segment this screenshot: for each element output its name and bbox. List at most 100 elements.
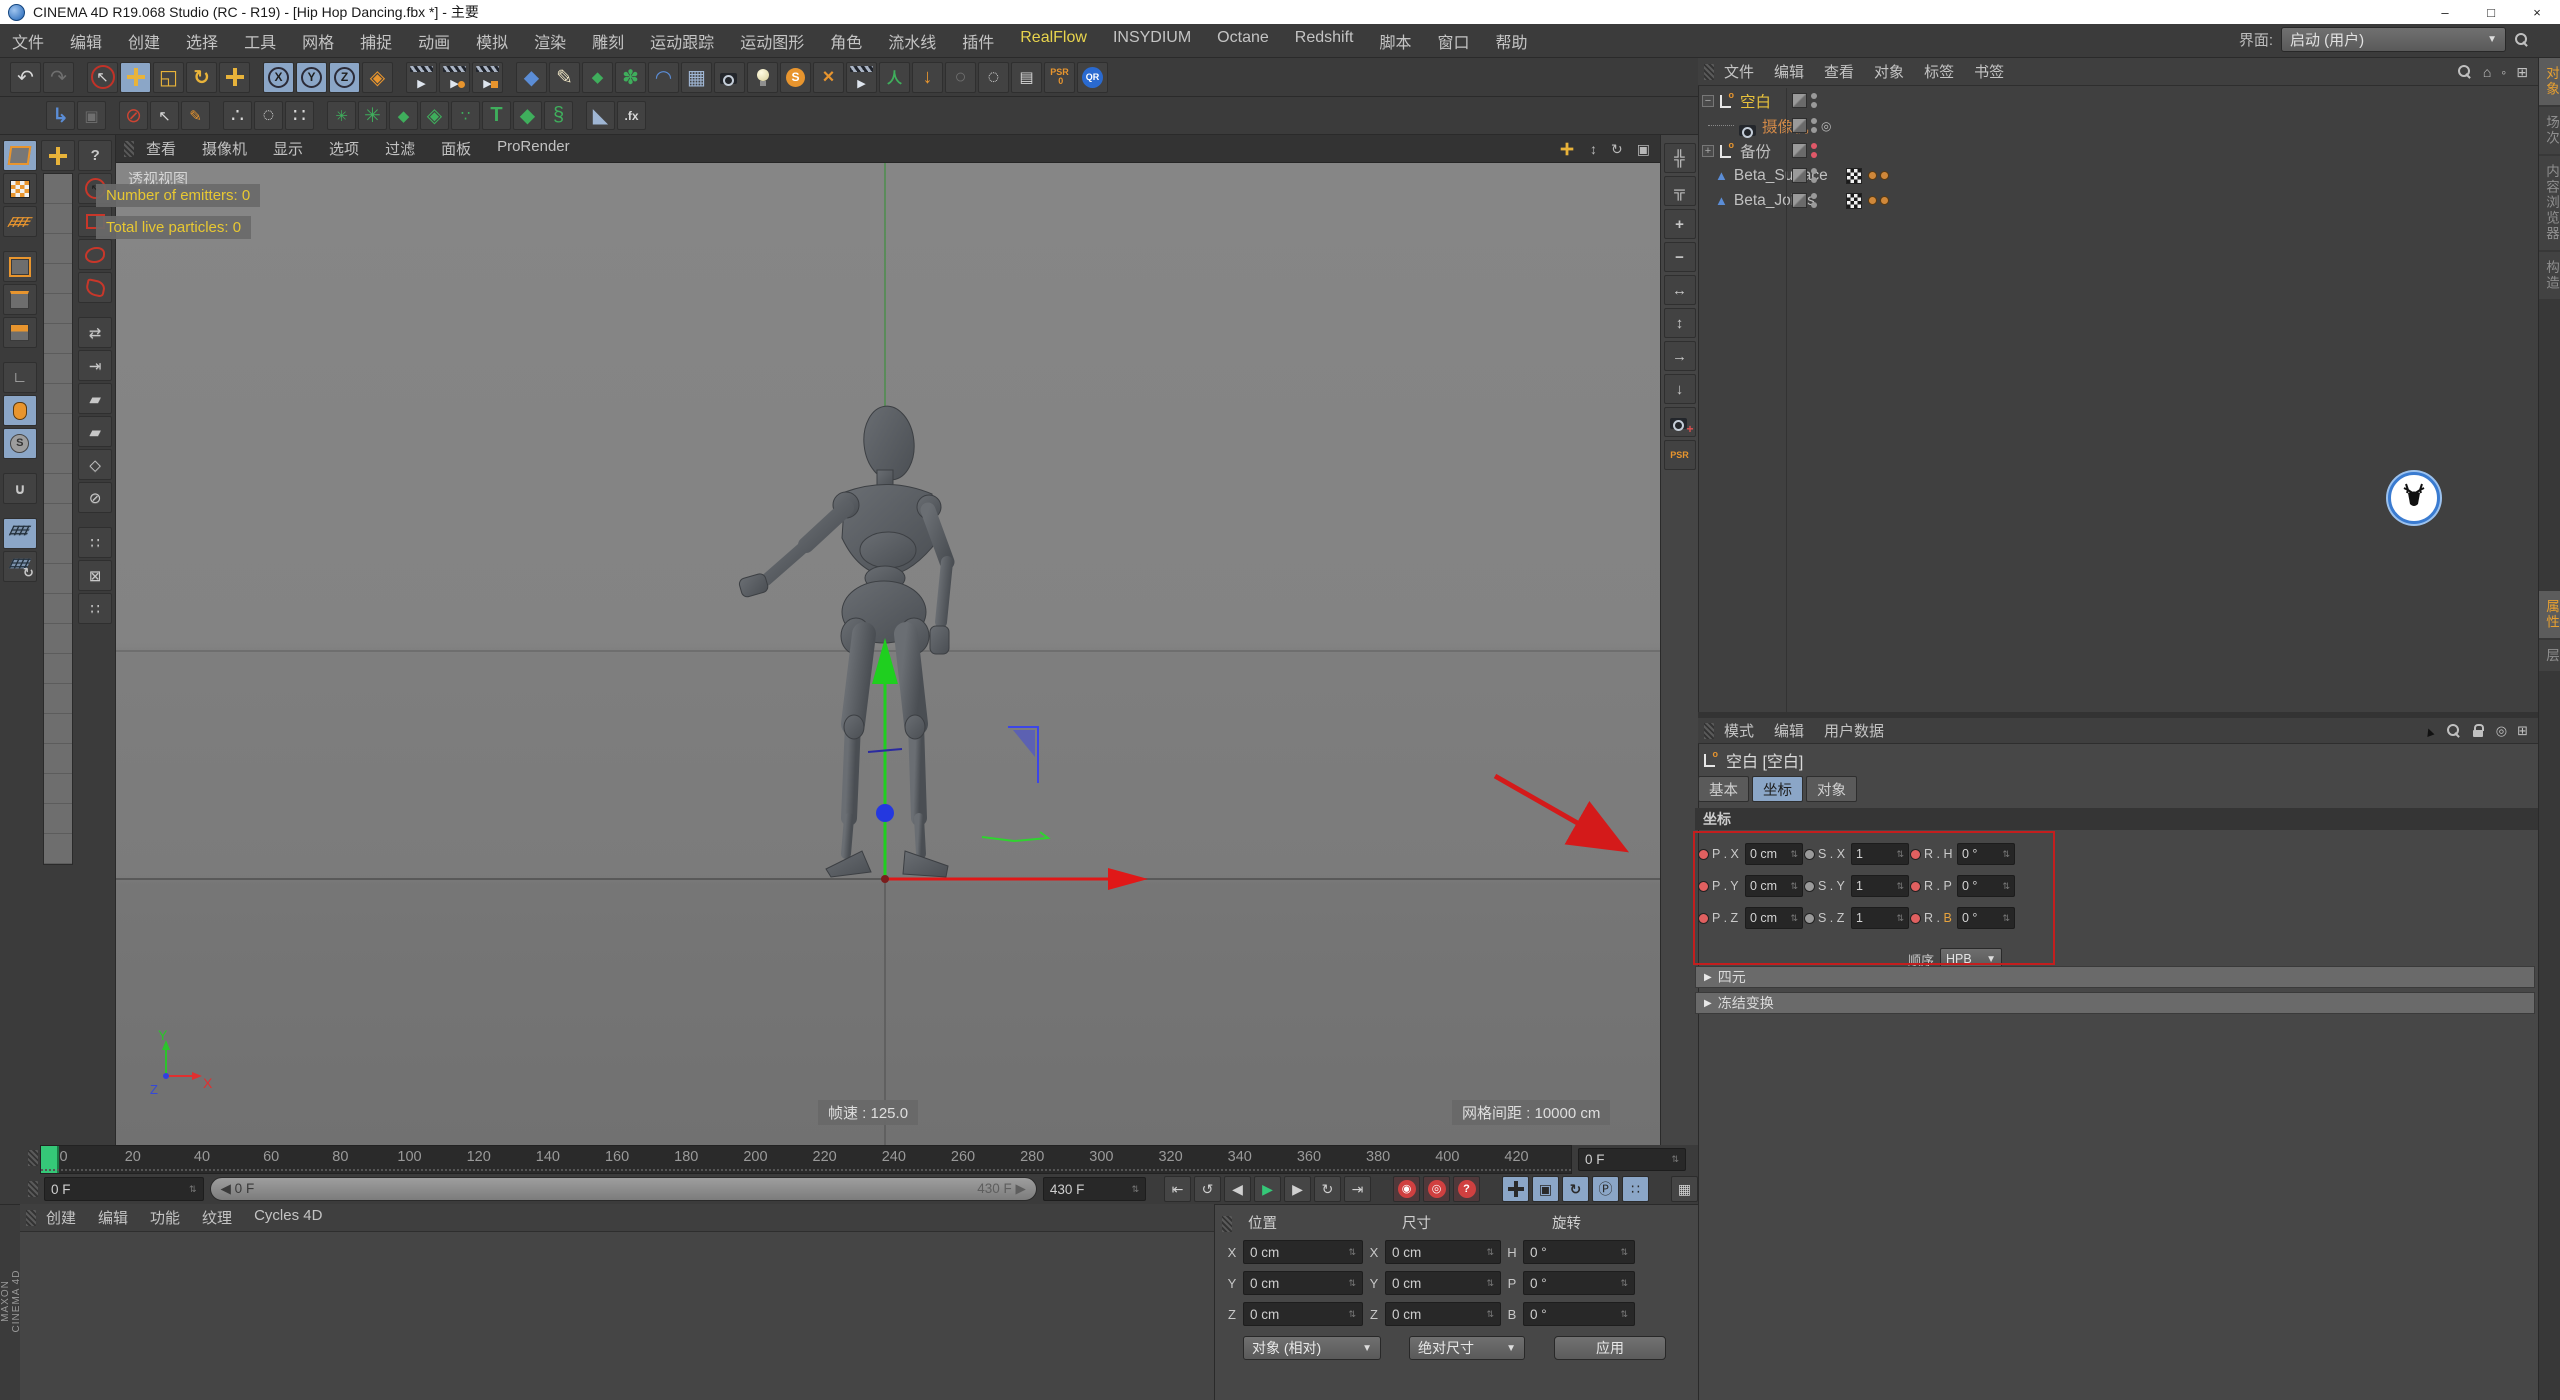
panel-handle[interactable] [1704, 64, 1714, 80]
size-x-field[interactable]: 0 cm⇅ [1385, 1240, 1501, 1264]
material-menu-item[interactable]: 纹理 [202, 1207, 232, 1228]
interface-dropdown[interactable]: 启动 (用户)▼ [2281, 27, 2506, 52]
tab-layers[interactable]: 层 [2539, 640, 2560, 674]
motion-clip-icon[interactable]: ▶ [846, 62, 877, 93]
disabled-dots2-icon[interactable]: ∷ [78, 593, 112, 624]
tool-palette-strip[interactable] [43, 173, 73, 865]
sep3[interactable] [395, 62, 404, 93]
disabled-dots1-icon[interactable]: ∷ [78, 527, 112, 558]
undo-icon[interactable]: ↶ [10, 62, 41, 93]
coordinates-section-header[interactable]: 坐标 [1695, 808, 2538, 830]
lattice-icon[interactable]: ✳ [358, 101, 387, 130]
new-panel-icon[interactable]: ⊞ [2517, 723, 2528, 739]
material-menu-item[interactable]: 编辑 [98, 1207, 128, 1228]
layer-square[interactable] [1792, 118, 1807, 133]
menu-item[interactable]: 脚本 [1379, 29, 1411, 53]
position-mode-dropdown[interactable]: 对象 (相对)▼ [1243, 1336, 1381, 1360]
goto-start-button[interactable]: ⇤ [1164, 1176, 1191, 1202]
pos-z-field[interactable]: 0 cm⇅ [1243, 1302, 1363, 1326]
menu-item[interactable]: 帮助 [1496, 29, 1528, 53]
viewport-menu-item[interactable]: ProRender [497, 138, 570, 159]
points-mode-icon[interactable] [3, 251, 37, 282]
menu-item[interactable]: 工具 [244, 29, 276, 53]
am-menu-item[interactable]: 用户数据 [1824, 720, 1884, 741]
viewport-filter-icon[interactable] [3, 395, 37, 426]
edges-mode-icon[interactable] [3, 284, 37, 315]
link-icon[interactable]: ◦ [2501, 64, 2506, 80]
tab-attributes[interactable]: 属性 [2539, 591, 2560, 640]
disabled-clone-icon[interactable]: ▰ [78, 416, 112, 447]
grid-snap-lock-icon[interactable] [3, 518, 37, 549]
menu-item[interactable]: 运动图形 [740, 29, 804, 53]
cage-deform-icon[interactable]: ✳ [327, 101, 356, 130]
viewport-menu-item[interactable]: 选项 [329, 138, 359, 159]
tab-takes[interactable]: 场次 [2539, 107, 2560, 156]
viewport-menu-item[interactable]: 显示 [273, 138, 303, 159]
keyframe-film-button[interactable]: ▦ [1671, 1176, 1698, 1202]
key-pla-button[interactable]: ∷ [1622, 1176, 1649, 1202]
menu-item[interactable]: INSYDIUM [1113, 29, 1191, 53]
visibility-dots[interactable] [1811, 93, 1817, 108]
panel-handle[interactable] [1704, 723, 1714, 739]
mograph-icon[interactable]: ✽ [615, 62, 646, 93]
layer-square[interactable] [1792, 93, 1807, 108]
pan-view-icon[interactable] [1561, 143, 1574, 156]
coord-system-icon[interactable]: ◈ [362, 62, 393, 93]
viewport-menu-item[interactable]: 查看 [146, 138, 176, 159]
keying-help-button[interactable]: ? [1453, 1176, 1480, 1202]
quaternion-section[interactable]: ▶四元 [1695, 966, 2535, 988]
panel-handle[interactable] [26, 1210, 36, 1226]
layer-square[interactable] [1792, 168, 1807, 183]
light-icon[interactable] [747, 62, 778, 93]
render-picture-viewer-icon[interactable]: ▶ [439, 62, 470, 93]
workplane-mode-icon[interactable] [3, 206, 37, 237]
om-menu-item[interactable]: 书签 [1974, 61, 2004, 82]
am-menu-item[interactable]: 编辑 [1774, 720, 1804, 741]
poly-pen-icon[interactable]: ◆ [389, 101, 418, 130]
text-spline-icon[interactable]: T [482, 101, 511, 130]
menu-item[interactable]: Octane [1217, 29, 1269, 53]
psr-transfer-icon[interactable]: PSR [1664, 440, 1696, 470]
menu-item[interactable]: 文件 [12, 29, 44, 53]
layer-square[interactable] [1792, 193, 1807, 208]
dashed-circle-icon[interactable]: ◌ [978, 62, 1009, 93]
swirl-icon[interactable]: § [544, 101, 573, 130]
pos-y-field[interactable]: 0 cm⇅ [1243, 1271, 1363, 1295]
move-palette-icon[interactable] [41, 140, 75, 171]
rot-p-field[interactable]: 0 °⇅ [1523, 1271, 1635, 1295]
freeze-transform-section[interactable]: ▶冻结变换 [1695, 992, 2535, 1014]
am-menu-item[interactable]: 模式 [1724, 720, 1754, 741]
path-dots-icon[interactable]: ∵ [451, 101, 480, 130]
circle-points-icon[interactable]: ◌ [254, 101, 283, 130]
end-frame-field[interactable]: 430 F⇅ [1043, 1177, 1146, 1201]
loop-button[interactable]: ↻ [1314, 1176, 1341, 1202]
gap3[interactable] [3, 461, 37, 471]
deformer-icon[interactable]: ◠ [648, 62, 679, 93]
character-icon[interactable]: 人 [879, 62, 910, 93]
snap-s-icon[interactable]: S [3, 428, 37, 459]
expand-icon[interactable]: − [1702, 95, 1714, 107]
prev-frame-button[interactable]: ◀ [1224, 1176, 1251, 1202]
toggle-view-icon[interactable]: ▣ [1637, 141, 1650, 158]
panel-handle[interactable] [124, 141, 134, 157]
next-frame-button[interactable]: ▶ [1284, 1176, 1311, 1202]
selection-tag-dots[interactable] [1868, 196, 1889, 205]
last-tool-icon[interactable] [219, 62, 250, 93]
gap4[interactable] [3, 506, 37, 516]
select-points-icon[interactable]: ↖ [150, 101, 179, 130]
material-menu-item[interactable]: Cycles 4D [254, 1207, 322, 1228]
panel-handle[interactable] [1222, 1216, 1232, 1232]
home-icon[interactable]: ⌂ [2483, 64, 2491, 80]
menu-item[interactable]: 运动跟踪 [650, 29, 714, 53]
visibility-dots[interactable] [1811, 118, 1817, 133]
menu-item[interactable]: 插件 [962, 29, 994, 53]
menu-item[interactable]: 渲染 [534, 29, 566, 53]
lock-icon[interactable] [2472, 724, 2486, 738]
preview-end-field[interactable]: 0 F⇅ [1578, 1148, 1686, 1171]
menu-item[interactable]: 动画 [418, 29, 450, 53]
brush-points-icon[interactable]: ✎ [181, 101, 210, 130]
menu-item[interactable]: 窗口 [1437, 29, 1469, 53]
material-menu-item[interactable]: 功能 [150, 1207, 180, 1228]
menu-item[interactable]: 流水线 [888, 29, 936, 53]
camera-icon[interactable] [714, 62, 745, 93]
